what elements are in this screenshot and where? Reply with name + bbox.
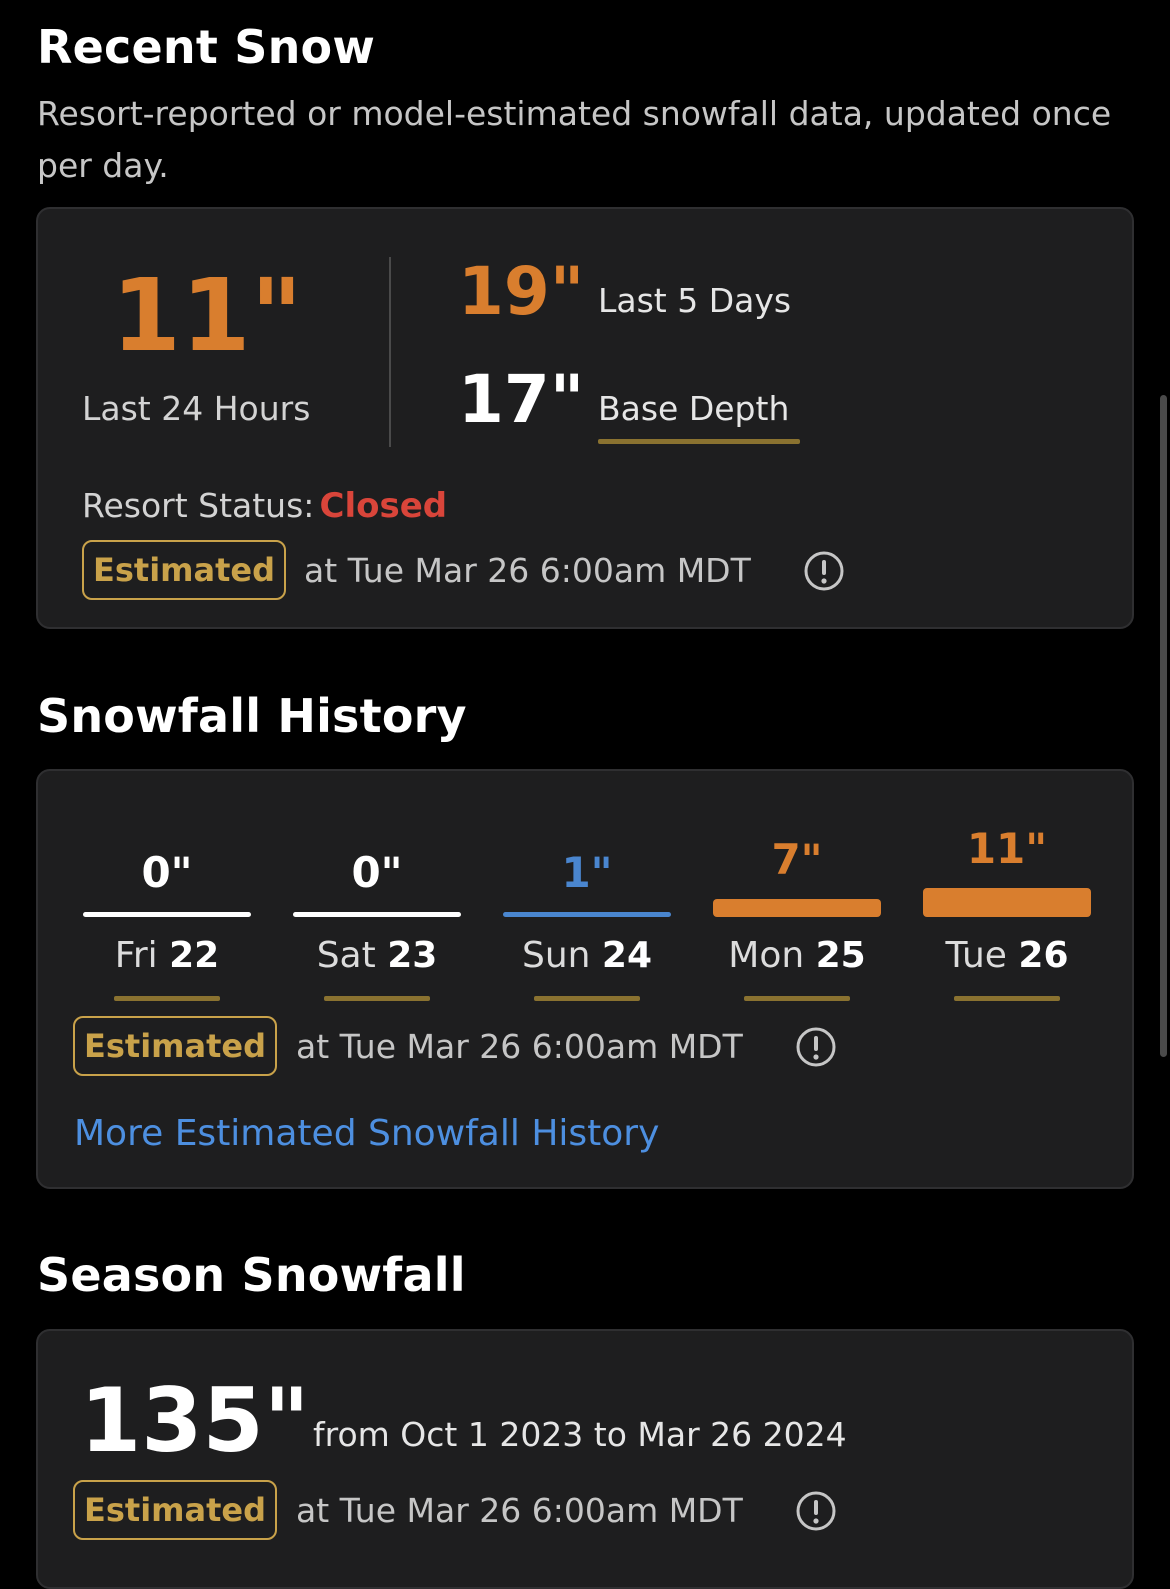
day-of-week: Mon <box>728 935 805 976</box>
day-label[interactable]: Tue 26 <box>923 935 1091 976</box>
recent-snow-card: 11" Last 24 Hours 19" Last 5 Days 17" Ba… <box>36 207 1134 629</box>
history-day: 0" Sat 23 <box>293 771 461 1011</box>
estimated-badge[interactable]: Estimated <box>73 1016 277 1076</box>
snowfall-amount: 0" <box>351 848 403 897</box>
day-underline <box>114 996 220 1001</box>
season-date-range: from Oct 1 2023 to Mar 26 2024 <box>313 1415 847 1454</box>
day-date: 22 <box>169 935 220 976</box>
day-underline <box>954 996 1060 1001</box>
updated-timestamp: at Tue Mar 26 6:00am MDT <box>304 551 751 590</box>
snow-report-screen: { "recent_snow": { "title": "Recent Snow… <box>0 0 1170 1589</box>
day-date: 23 <box>387 935 438 976</box>
last-24-hours-label: Last 24 Hours <box>82 389 311 428</box>
snowfall-history-card: 0" Fri 22 0" Sat 23 1" Sun 24 7" Mon 25 11" Tue 2… <box>36 769 1134 1189</box>
snowfall-amount: 1" <box>561 848 613 897</box>
more-snowfall-history-link[interactable]: More Estimated Snowfall History <box>74 1113 659 1154</box>
resort-status-label: Resort Status: <box>82 486 315 525</box>
info-icon[interactable] <box>795 1490 837 1532</box>
updated-timestamp: at Tue Mar 26 6:00am MDT <box>296 1491 743 1530</box>
day-of-week: Tue <box>945 935 1007 976</box>
day-underline <box>534 996 640 1001</box>
snowfall-amount: 0" <box>141 848 193 897</box>
snowfall-amount: 11" <box>966 824 1048 874</box>
estimated-badge[interactable]: Estimated <box>82 540 286 600</box>
snowfall-history-title: Snowfall History <box>37 689 467 743</box>
history-day: 7" Mon 25 <box>713 771 881 1011</box>
resort-status: Resort Status: Closed <box>82 486 447 526</box>
divider <box>389 257 391 447</box>
info-icon[interactable] <box>795 1026 837 1068</box>
history-day: 1" Sun 24 <box>503 771 671 1011</box>
day-of-week: Sat <box>316 935 376 976</box>
recent-snow-title: Recent Snow <box>37 20 376 74</box>
day-of-week: Sun <box>521 935 591 976</box>
estimated-badge[interactable]: Estimated <box>73 1480 277 1540</box>
day-date: 25 <box>815 935 866 976</box>
day-underline <box>744 996 850 1001</box>
snowfall-bar <box>83 912 251 917</box>
recent-snow-subtitle: Resort-reported or model-estimated snowf… <box>37 94 1112 185</box>
updated-timestamp: at Tue Mar 26 6:00am MDT <box>296 1027 743 1066</box>
last-5-days-label: Last 5 Days <box>598 281 792 320</box>
base-depth-underline <box>598 439 800 444</box>
day-label[interactable]: Fri 22 <box>83 935 251 976</box>
base-depth-link[interactable]: Base Depth <box>598 389 789 428</box>
last-5-days-value: 19" <box>458 253 585 330</box>
resort-status-value: Closed <box>319 486 448 526</box>
season-snowfall-value: 135" <box>80 1369 310 1472</box>
day-date: 24 <box>601 935 653 976</box>
snowfall-amount: 7" <box>771 834 823 884</box>
day-label[interactable]: Sun 24 <box>503 935 671 976</box>
info-icon[interactable] <box>803 550 845 592</box>
history-day: 0" Fri 22 <box>83 771 251 1011</box>
scrollbar[interactable] <box>1160 395 1167 1057</box>
season-snowfall-card: 135" from Oct 1 2023 to Mar 26 2024 Esti… <box>36 1329 1134 1589</box>
day-label[interactable]: Sat 23 <box>293 935 461 976</box>
snowfall-bar <box>713 898 881 917</box>
snowfall-bar <box>923 888 1091 917</box>
snowfall-bar <box>503 912 671 917</box>
last-24-hours-value: 11" <box>111 257 303 374</box>
season-snowfall-title: Season Snowfall <box>37 1248 466 1302</box>
base-depth-value: 17" <box>458 361 585 438</box>
day-date: 26 <box>1018 935 1069 976</box>
snowfall-bar <box>293 912 461 917</box>
history-day: 11" Tue 26 <box>923 771 1091 1011</box>
day-underline <box>324 996 430 1001</box>
day-of-week: Fri <box>114 935 158 976</box>
day-label[interactable]: Mon 25 <box>713 935 881 976</box>
